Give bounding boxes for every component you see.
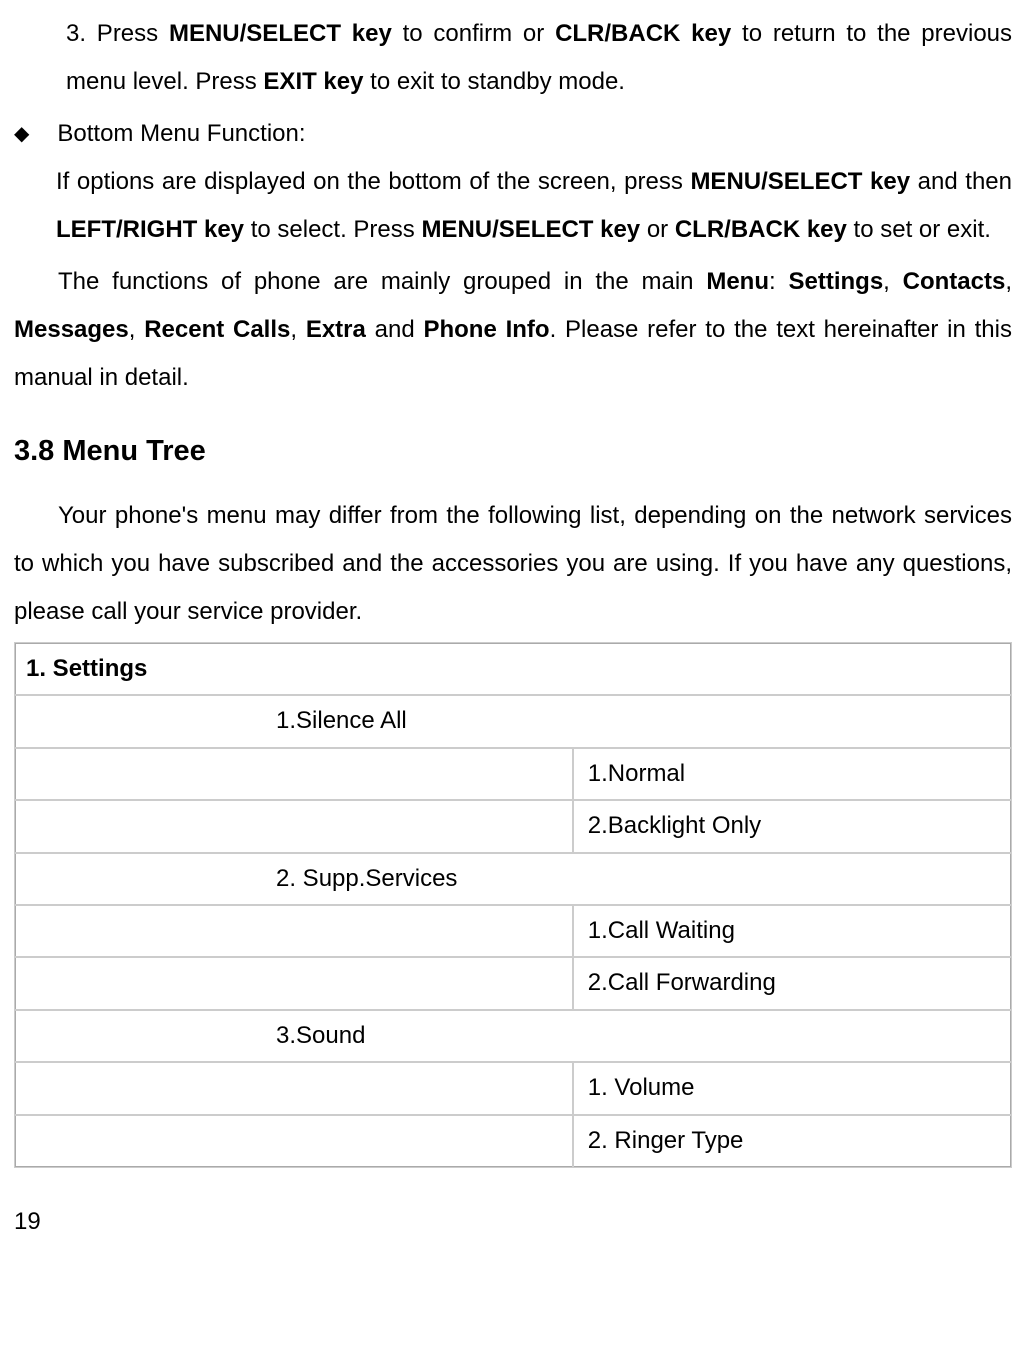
extra-bold: Extra <box>306 316 366 343</box>
table-cell-silence-all: 1.Silence All <box>15 695 1011 747</box>
page-number: 19 <box>14 1198 1012 1246</box>
diamond-icon: ◆ <box>14 110 29 158</box>
table-cell-empty <box>15 748 573 800</box>
bullet-text: or <box>640 216 675 243</box>
exit-key: EXIT key <box>263 68 363 95</box>
table-cell-volume: 1. Volume <box>573 1062 1011 1114</box>
table-cell-empty <box>15 1062 573 1114</box>
bullet-text: to select. Press <box>244 216 421 243</box>
para-text: , <box>883 268 902 295</box>
table-cell-empty <box>15 1115 573 1167</box>
table-cell-empty <box>15 905 573 957</box>
clr-back-key: CLR/BACK key <box>555 20 731 47</box>
table-header-settings: 1. Settings <box>15 643 1011 695</box>
table-row: 2.Backlight Only <box>15 800 1011 852</box>
table-cell-empty <box>15 800 573 852</box>
left-right-key: LEFT/RIGHT key <box>56 216 244 243</box>
messages-bold: Messages <box>14 316 129 343</box>
table-cell-sound: 3.Sound <box>15 1010 1011 1062</box>
table-cell-normal: 1.Normal <box>573 748 1011 800</box>
para-text: The functions of phone are mainly groupe… <box>58 268 706 295</box>
bullet-text: and then <box>910 168 1012 195</box>
table-cell-ringer-type: 2. Ringer Type <box>573 1115 1011 1167</box>
numbered-list-item-3: 3. Press MENU/SELECT key to confirm or C… <box>66 10 1012 106</box>
table-row: 2.Call Forwarding <box>15 957 1011 1009</box>
section-heading-menu-tree: 3.8 Menu Tree <box>14 422 1012 480</box>
table-cell-supp-services: 2. Supp.Services <box>15 853 1011 905</box>
para-text: , <box>1005 268 1012 295</box>
menu-tree-table: 1. Settings 1.Silence All 1.Normal 2.Bac… <box>14 642 1012 1168</box>
table-row: 1.Call Waiting <box>15 905 1011 957</box>
recent-calls-bold: Recent Calls <box>144 316 290 343</box>
settings-bold: Settings <box>788 268 883 295</box>
table-cell-call-forwarding: 2.Call Forwarding <box>573 957 1011 1009</box>
menu-select-key: MENU/SELECT key <box>421 216 640 243</box>
table-cell-backlight-only: 2.Backlight Only <box>573 800 1011 852</box>
para-text: , <box>290 316 305 343</box>
bullet-text: to set or exit. <box>847 216 991 243</box>
table-row: 1. Settings <box>15 643 1011 695</box>
menu-tree-intro: Your phone's menu may differ from the fo… <box>14 492 1012 636</box>
contacts-bold: Contacts <box>903 268 1006 295</box>
bullet-title: Bottom Menu Function: <box>57 110 1012 158</box>
functions-paragraph: The functions of phone are mainly groupe… <box>14 258 1012 402</box>
para-text: and <box>366 316 424 343</box>
menu-select-key: MENU/SELECT key <box>690 168 910 195</box>
list-text: to confirm or <box>392 20 555 47</box>
table-row: 3.Sound <box>15 1010 1011 1062</box>
bullet-sub-paragraph: If options are displayed on the bottom o… <box>56 158 1012 254</box>
table-cell-call-waiting: 1.Call Waiting <box>573 905 1011 957</box>
table-cell-empty <box>15 957 573 1009</box>
para-text: , <box>129 316 144 343</box>
menu-bold: Menu <box>706 268 769 295</box>
table-row: 1. Volume <box>15 1062 1011 1114</box>
clr-back-key: CLR/BACK key <box>675 216 847 243</box>
list-prefix: 3. Press <box>66 20 169 47</box>
list-text: to exit to standby mode. <box>363 68 624 95</box>
menu-select-key: MENU/SELECT key <box>169 20 392 47</box>
phone-info-bold: Phone Info <box>423 316 549 343</box>
bullet-item: ◆ Bottom Menu Function: <box>14 110 1012 158</box>
para-text: : <box>769 268 788 295</box>
table-row: 2. Supp.Services <box>15 853 1011 905</box>
bullet-text: If options are displayed on the bottom o… <box>56 168 690 195</box>
table-row: 1.Silence All <box>15 695 1011 747</box>
table-row: 1.Normal <box>15 748 1011 800</box>
table-row: 2. Ringer Type <box>15 1115 1011 1167</box>
